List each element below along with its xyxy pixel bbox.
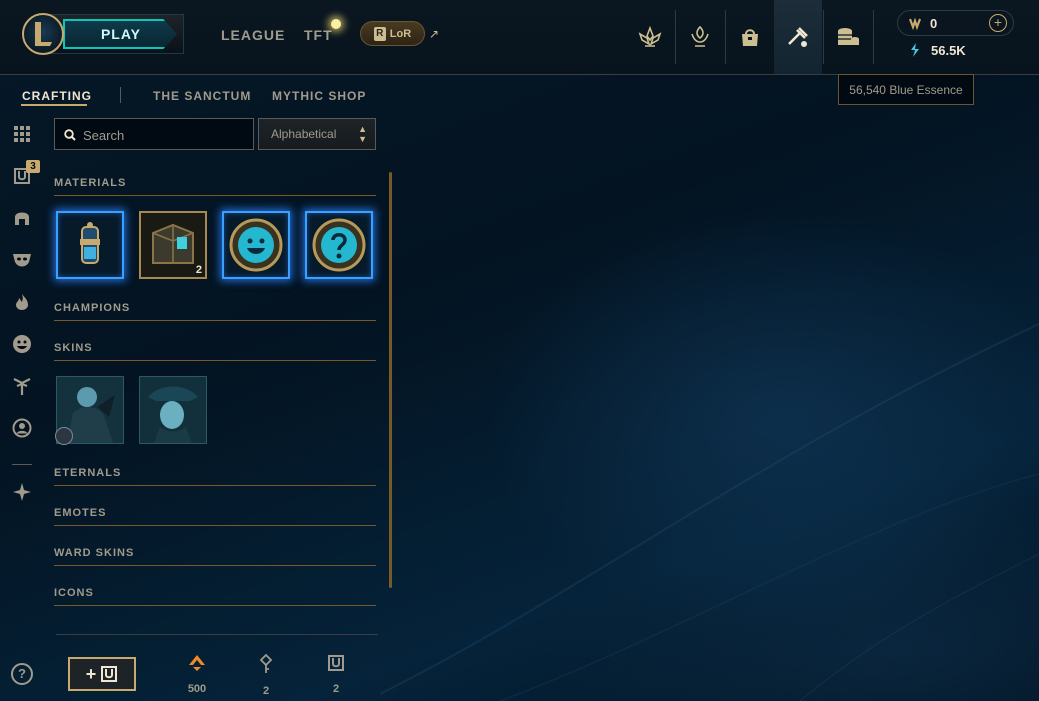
- sort-value: Alphabetical: [271, 127, 337, 141]
- crafting-icon[interactable]: [774, 0, 822, 74]
- skin-shard-2[interactable]: [139, 376, 207, 444]
- divider: [56, 634, 378, 635]
- key-icon: [259, 653, 273, 673]
- blue-essence-tooltip: 56,540 Blue Essence: [838, 74, 974, 105]
- smiley-emote-icon: [229, 218, 283, 272]
- question-mark-icon: [312, 218, 366, 272]
- skin-shard-1[interactable]: [55, 376, 124, 445]
- material-mystery-emote[interactable]: [305, 211, 373, 279]
- loot-icon[interactable]: [824, 0, 872, 74]
- chest-icon: [328, 655, 344, 671]
- lor-label: LoR: [389, 27, 412, 40]
- material-hextech-chest[interactable]: 2: [139, 211, 207, 279]
- section-skins[interactable]: SKINS: [54, 342, 376, 361]
- nav-league[interactable]: LEAGUE: [221, 27, 285, 43]
- section-materials[interactable]: MATERIALS: [54, 177, 376, 196]
- skin-art-icon: [140, 377, 206, 443]
- buy-rp-button[interactable]: +: [989, 14, 1007, 32]
- search-icon: [64, 128, 76, 146]
- divider: [120, 87, 121, 103]
- section-emotes[interactable]: EMOTES: [54, 507, 376, 526]
- section-champions[interactable]: CHAMPIONS: [54, 302, 376, 321]
- orange-essence-counter: 500: [177, 654, 217, 695]
- capsule-icon: [80, 222, 100, 264]
- emote-icon[interactable]: [10, 332, 34, 356]
- orange-essence-amount: 500: [187, 683, 207, 695]
- search-box: [54, 118, 254, 150]
- blue-essence-icon: [908, 42, 922, 63]
- tab-crafting[interactable]: CRAFTING: [22, 89, 92, 103]
- divider: [873, 10, 874, 64]
- key-counter: 2: [246, 653, 286, 697]
- chest-count-badge: 3: [26, 160, 40, 173]
- nav-tft[interactable]: TFT: [304, 27, 333, 43]
- profile-icon[interactable]: [10, 416, 34, 440]
- help-button[interactable]: ?: [11, 663, 33, 685]
- ward-icon[interactable]: [10, 374, 34, 398]
- tab-active-underline: [21, 104, 87, 106]
- top-bar: PLAY LEAGUE TFT R LoR ↗ 0 + 56.5K: [0, 0, 1039, 75]
- chest-amount: 2: [332, 683, 340, 695]
- play-label: PLAY: [100, 26, 142, 42]
- chest-icon: [101, 666, 118, 682]
- tab-the-sanctum[interactable]: THE SANCTUM: [153, 89, 251, 103]
- lor-button[interactable]: R LoR: [360, 21, 425, 46]
- chest-counter: 2: [316, 654, 356, 695]
- buy-chest-button[interactable]: +: [68, 657, 136, 691]
- section-eternals[interactable]: ETERNALS: [54, 467, 376, 486]
- orange-essence-icon: [189, 655, 205, 671]
- tab-mythic-shop[interactable]: MYTHIC SHOP: [272, 89, 366, 103]
- scrollbar[interactable]: [389, 172, 392, 588]
- background-streaks: [380, 323, 1039, 701]
- section-icons[interactable]: ICONS: [54, 587, 376, 606]
- mask-icon[interactable]: [10, 248, 34, 272]
- key-amount: 2: [262, 685, 270, 697]
- clash-icon[interactable]: [626, 0, 674, 74]
- plus-icon: +: [85, 663, 97, 684]
- grid-icon[interactable]: [10, 122, 34, 146]
- sort-dropdown[interactable]: Alphabetical ▲ ▼: [258, 118, 376, 150]
- material-emote-smile[interactable]: [222, 211, 290, 279]
- notification-dot: [331, 19, 341, 29]
- search-input[interactable]: [81, 125, 253, 145]
- rp-amount: 0: [930, 16, 938, 31]
- external-link-icon: ↗: [429, 27, 440, 41]
- tft-icon[interactable]: [10, 480, 34, 504]
- honor-icon[interactable]: [676, 0, 724, 74]
- store-icon[interactable]: [726, 0, 774, 74]
- sort-chevron-icon: ▲ ▼: [358, 124, 367, 144]
- divider: [12, 464, 32, 465]
- item-count: 2: [195, 264, 202, 276]
- rp-icon: [907, 15, 923, 36]
- league-logo-icon[interactable]: [22, 13, 64, 55]
- blue-essence-amount: 56.5K: [931, 43, 966, 58]
- flame-icon[interactable]: [10, 290, 34, 314]
- material-capsule[interactable]: [56, 211, 124, 279]
- helmet-icon[interactable]: [10, 206, 34, 230]
- section-ward-skins[interactable]: WARD SKINS: [54, 547, 376, 566]
- play-button[interactable]: PLAY: [46, 14, 184, 54]
- rarity-badge-icon: [55, 427, 73, 445]
- lor-logo-icon: R: [373, 26, 386, 41]
